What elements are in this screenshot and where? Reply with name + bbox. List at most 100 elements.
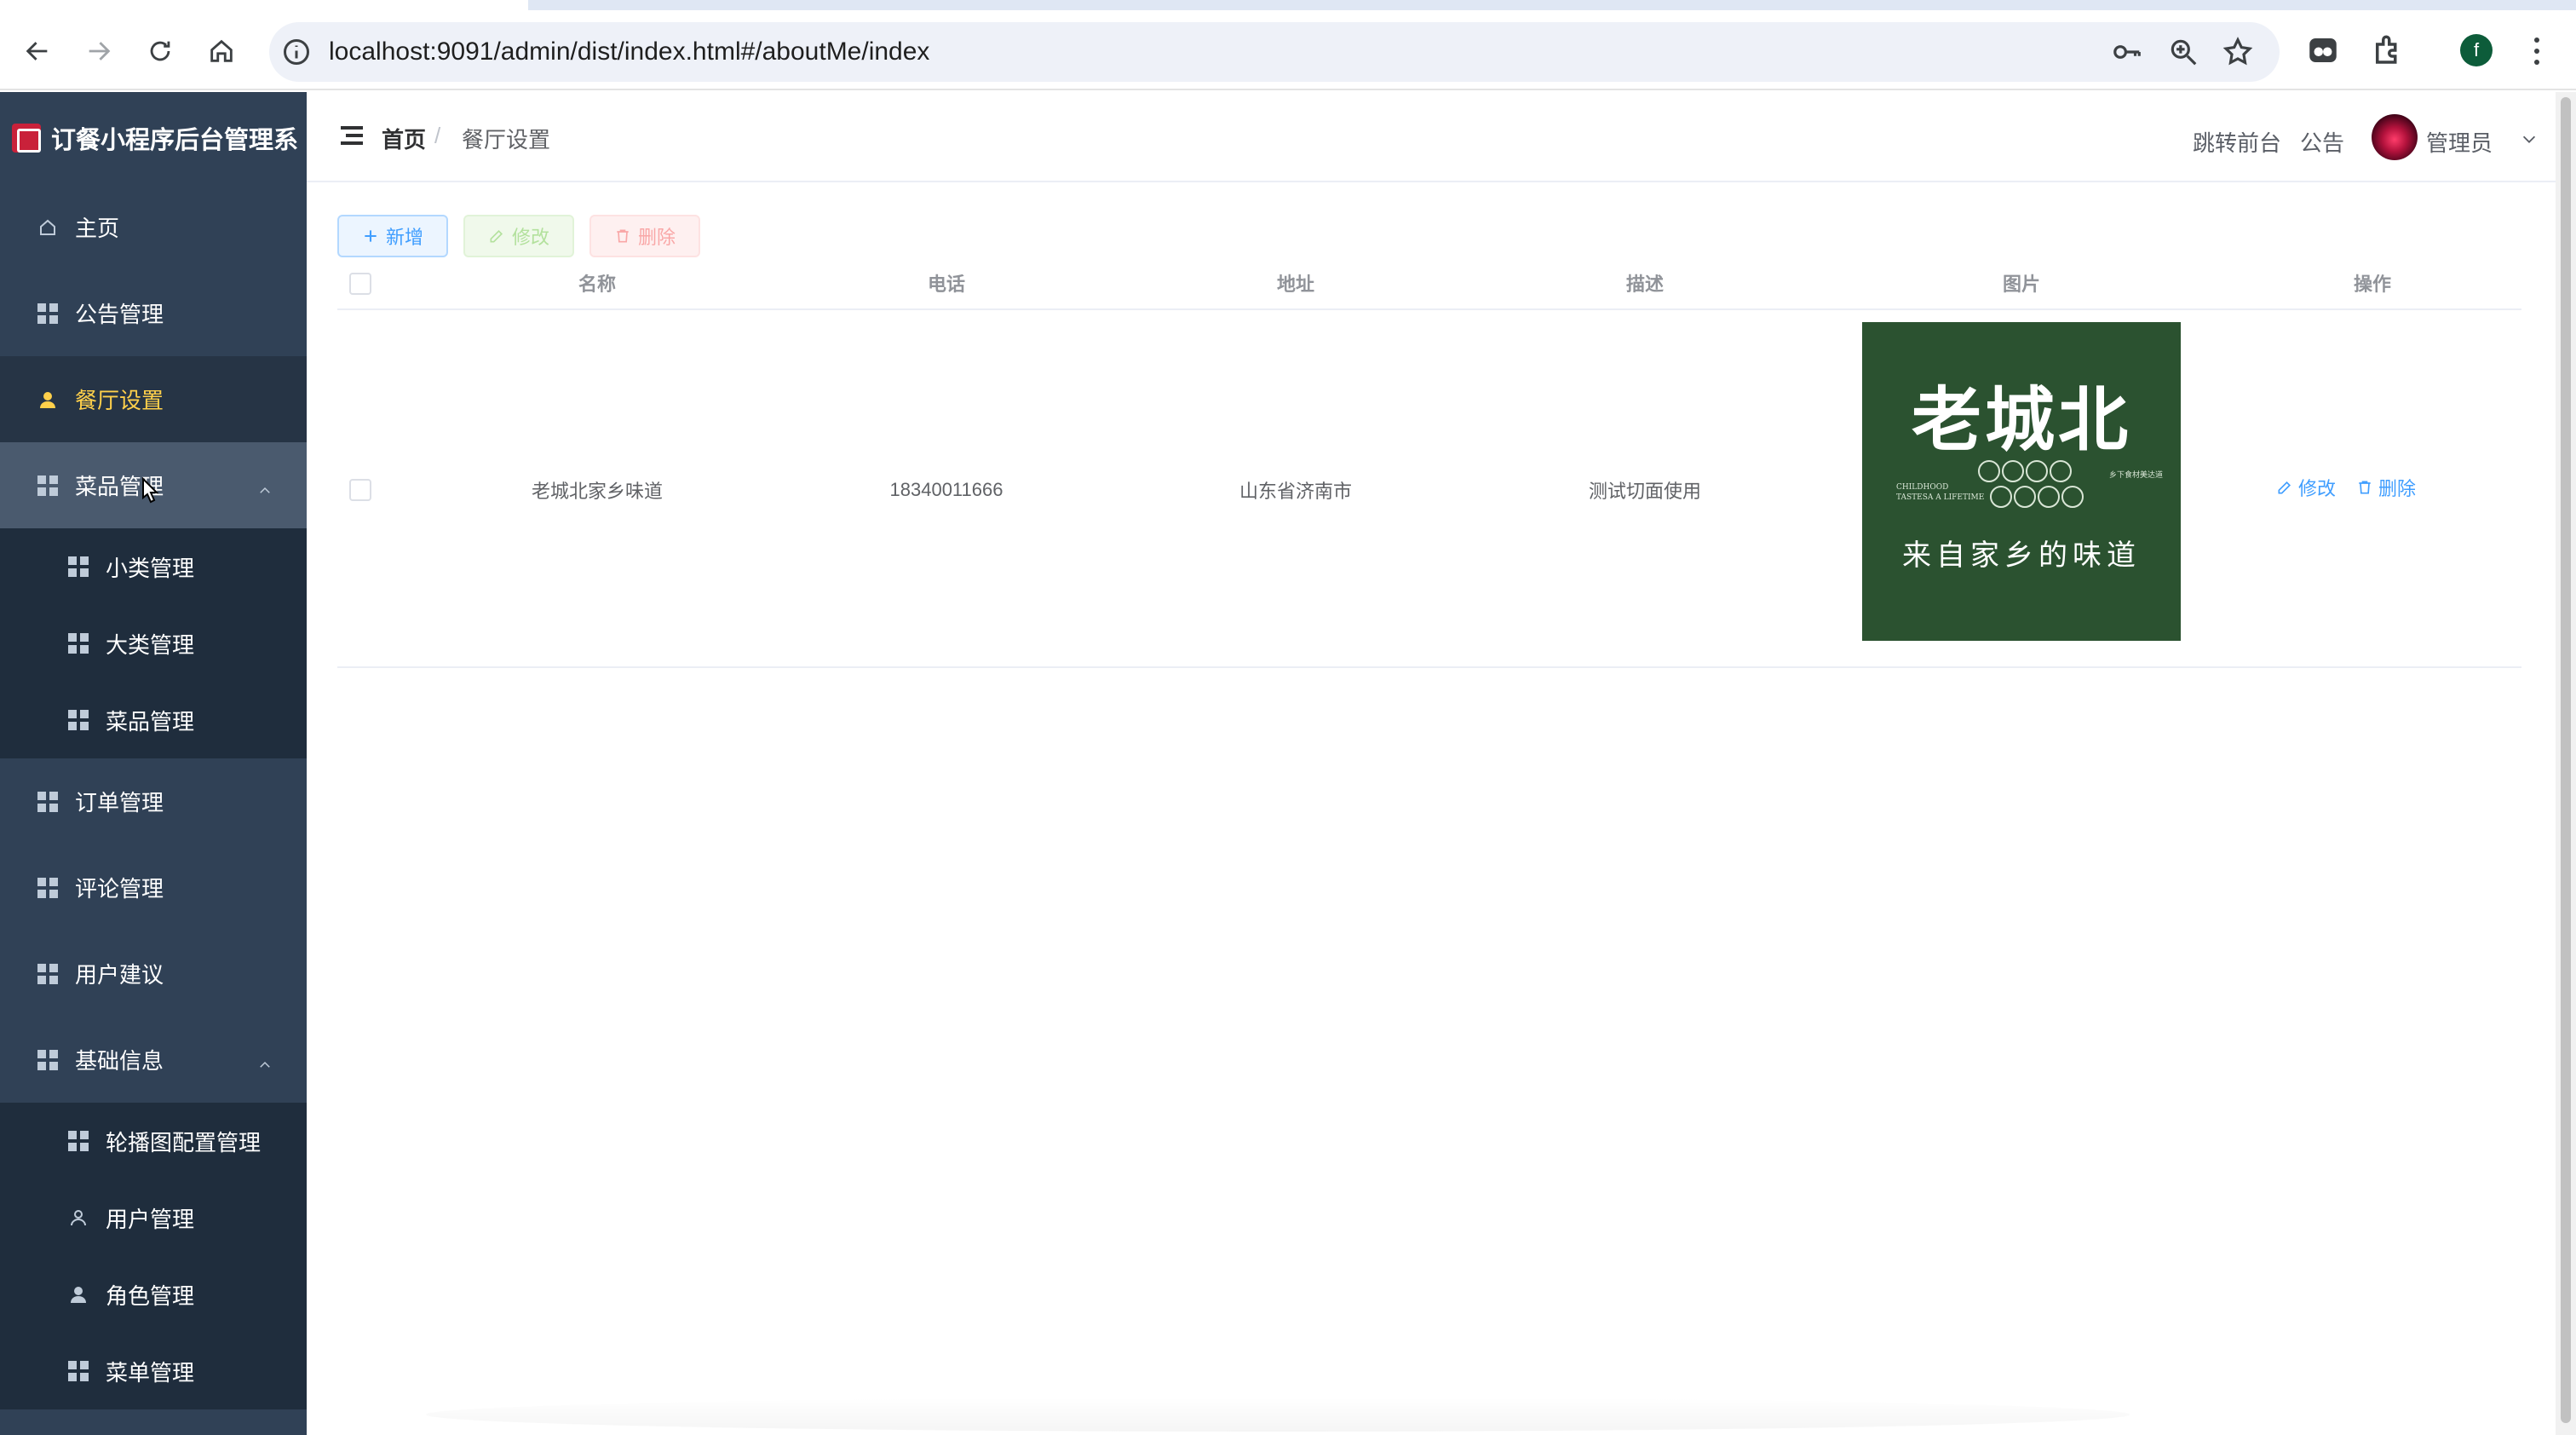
restaurant-image[interactable]: 老城北 CHILDHOOD TASTESA A LIFETIME 乡下食材美达道…: [1862, 322, 2181, 641]
grid-icon: [37, 877, 58, 898]
image-title: 老城北: [1911, 379, 2131, 461]
home-icon[interactable]: [201, 31, 242, 72]
cell-name: 老城北家乡味道: [531, 481, 663, 502]
grid-icon: [68, 1361, 89, 1381]
delete-button-label: 删除: [637, 227, 676, 248]
mouse-cursor-icon: [142, 477, 159, 504]
hamburger-icon[interactable]: [341, 126, 363, 145]
column-header-phone: 电话: [927, 274, 965, 295]
breadcrumb-home[interactable]: 首页: [382, 123, 426, 154]
sidebar-item-label: 评论管理: [75, 876, 164, 902]
navbar: 首页 / 餐厅设置 跳转前台 公告 管理员: [307, 92, 2556, 182]
address-bar[interactable]: localhost:9091/admin/dist/index.html#/ab…: [269, 22, 2280, 82]
back-icon[interactable]: [17, 31, 58, 72]
row-checkbox[interactable]: [349, 479, 371, 501]
sidebar-item-menus[interactable]: 菜单管理: [0, 1333, 307, 1409]
app-title: 订餐小程序后台管理系: [51, 127, 299, 154]
edit-icon: [2278, 481, 2291, 494]
sidebar-item-carousel[interactable]: 轮播图配置管理: [0, 1103, 307, 1179]
sidebar-item-basic-info[interactable]: 基础信息: [0, 1017, 307, 1103]
sidebar-item-label: 用户管理: [106, 1206, 195, 1232]
image-subtitle: 来自家乡的味道: [1902, 539, 2141, 573]
grid-icon: [68, 556, 89, 577]
sidebar-item-home[interactable]: 主页: [0, 184, 307, 270]
main-content: 首页 / 餐厅设置 跳转前台 公告 管理员 新增 修改 删除 名称 电话 地址 …: [307, 92, 2556, 1435]
grid-icon: [37, 475, 58, 496]
extensions-puzzle-icon[interactable]: [2370, 32, 2406, 68]
row-delete-label: 删除: [2378, 478, 2417, 499]
grid-icon: [68, 1131, 89, 1151]
column-header-description: 描述: [1625, 274, 1664, 295]
plus-icon: [365, 230, 377, 242]
key-icon[interactable]: [2111, 36, 2143, 68]
logo-icon: [12, 124, 41, 153]
sidebar-item-label: 角色管理: [106, 1282, 195, 1309]
breadcrumb-current: 餐厅设置: [462, 127, 551, 153]
site-info-icon[interactable]: [281, 37, 312, 67]
sidebar-logo[interactable]: 订餐小程序后台管理系: [0, 92, 307, 184]
row-delete-link[interactable]: 删除: [2356, 474, 2416, 501]
avatar[interactable]: [2372, 114, 2418, 160]
sidebar: 订餐小程序后台管理系 主页 公告管理 餐厅设置 菜品管理 小类管理 大类管理 菜…: [0, 92, 307, 1435]
add-button[interactable]: 新增: [337, 215, 448, 257]
edit-button-label: 修改: [511, 227, 549, 248]
sidebar-item-notice[interactable]: 公告管理: [0, 270, 307, 356]
sidebar-item-users[interactable]: 用户管理: [0, 1179, 307, 1256]
sidebar-item-big-category[interactable]: 大类管理: [0, 605, 307, 682]
breadcrumb-separator: /: [434, 123, 441, 148]
grid-icon: [37, 303, 58, 324]
image-english-text: CHILDHOOD TASTESA A LIFETIME: [1896, 483, 1985, 502]
goto-frontend-link[interactable]: 跳转前台: [2193, 126, 2281, 158]
zoom-icon[interactable]: [2167, 36, 2199, 68]
chevron-down-icon[interactable]: [2520, 130, 2539, 148]
user-icon: [68, 1284, 89, 1305]
sidebar-item-small-category[interactable]: 小类管理: [0, 528, 307, 605]
sidebar-item-label: 基础信息: [75, 1048, 164, 1074]
forward-icon[interactable]: [78, 31, 119, 72]
chevron-up-icon: [257, 478, 273, 493]
add-button-label: 新增: [385, 227, 423, 248]
column-header-name: 名称: [578, 274, 616, 295]
sidebar-item-label: 小类管理: [106, 555, 195, 581]
sidebar-item-dishes[interactable]: 菜品管理: [0, 682, 307, 758]
sidebar-item-label: 订单管理: [75, 790, 164, 815]
sidebar-item-restaurant-settings[interactable]: 餐厅设置: [0, 356, 307, 442]
sidebar-item-orders[interactable]: 订单管理: [0, 758, 307, 844]
profile-avatar[interactable]: f: [2460, 34, 2493, 66]
image-small-text: 乡下食材美达道: [2109, 471, 2164, 480]
cell-description: 测试切面使用: [1588, 481, 1701, 502]
bookmark-star-icon[interactable]: [2222, 36, 2254, 68]
sidebar-item-label: 公告管理: [75, 302, 164, 327]
extension-app-icon[interactable]: [2305, 32, 2341, 68]
column-header-image: 图片: [2002, 274, 2040, 295]
sidebar-item-label: 大类管理: [106, 631, 195, 658]
sidebar-item-roles[interactable]: 角色管理: [0, 1256, 307, 1333]
bottom-shadow: [426, 1398, 2130, 1432]
sidebar-item-comments[interactable]: 评论管理: [0, 844, 307, 931]
select-all-checkbox[interactable]: [349, 273, 371, 295]
browser-menu-icon[interactable]: [2528, 34, 2545, 68]
grid-icon: [68, 710, 89, 730]
delete-button[interactable]: 删除: [589, 215, 700, 257]
trash-icon: [2359, 481, 2371, 494]
notice-link[interactable]: 公告: [2300, 126, 2344, 158]
sidebar-item-suggestions[interactable]: 用户建议: [0, 931, 307, 1017]
tab-strip: [0, 0, 2576, 10]
sidebar-item-label: 轮播图配置管理: [106, 1129, 262, 1155]
sidebar-item-label: 菜品管理: [106, 708, 195, 735]
home-icon: [37, 217, 58, 238]
cell-address: 山东省济南市: [1239, 481, 1352, 502]
reload-icon[interactable]: [140, 31, 181, 72]
row-edit-link[interactable]: 修改: [2276, 474, 2336, 501]
table-row: 老城北家乡味道 18340011666 山东省济南市 测试切面使用 老城北 CH…: [337, 312, 2521, 668]
grid-icon: [37, 963, 58, 984]
column-header-address: 地址: [1276, 274, 1314, 295]
edit-button[interactable]: 修改: [463, 215, 574, 257]
user-icon: [37, 389, 58, 410]
column-header-actions: 操作: [2353, 274, 2391, 295]
grid-icon: [68, 633, 89, 654]
user-name[interactable]: 管理员: [2426, 126, 2493, 158]
vertical-scrollbar[interactable]: [2556, 92, 2576, 1435]
url-text[interactable]: localhost:9091/admin/dist/index.html#/ab…: [329, 37, 929, 66]
sidebar-item-label: 主页: [75, 216, 120, 241]
